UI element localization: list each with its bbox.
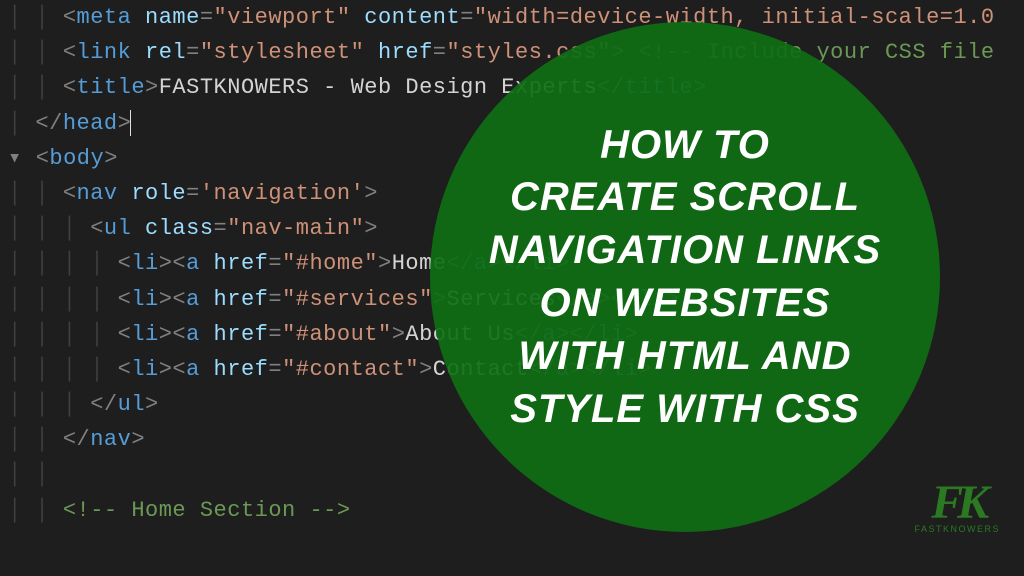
- code-line: │ │ <meta name="viewport" content="width…: [0, 0, 1024, 35]
- fold-icon[interactable]: ▾: [8, 141, 22, 176]
- code-line: │ │ <!-- Home Section -->: [0, 493, 1024, 528]
- headline-text: HOW TO CREATE SCROLL NAVIGATION LINKS ON…: [449, 119, 921, 436]
- title-overlay-circle: HOW TO CREATE SCROLL NAVIGATION LINKS ON…: [430, 22, 940, 532]
- text-cursor: [130, 110, 131, 136]
- code-line: │ │ <link rel="stylesheet" href="styles.…: [0, 35, 1024, 70]
- logo-wordmark: FASTKNOWERS: [914, 524, 1000, 534]
- brand-logo: FK FASTKNOWERS: [914, 484, 1000, 534]
- logo-mark-icon: FK: [914, 484, 1000, 522]
